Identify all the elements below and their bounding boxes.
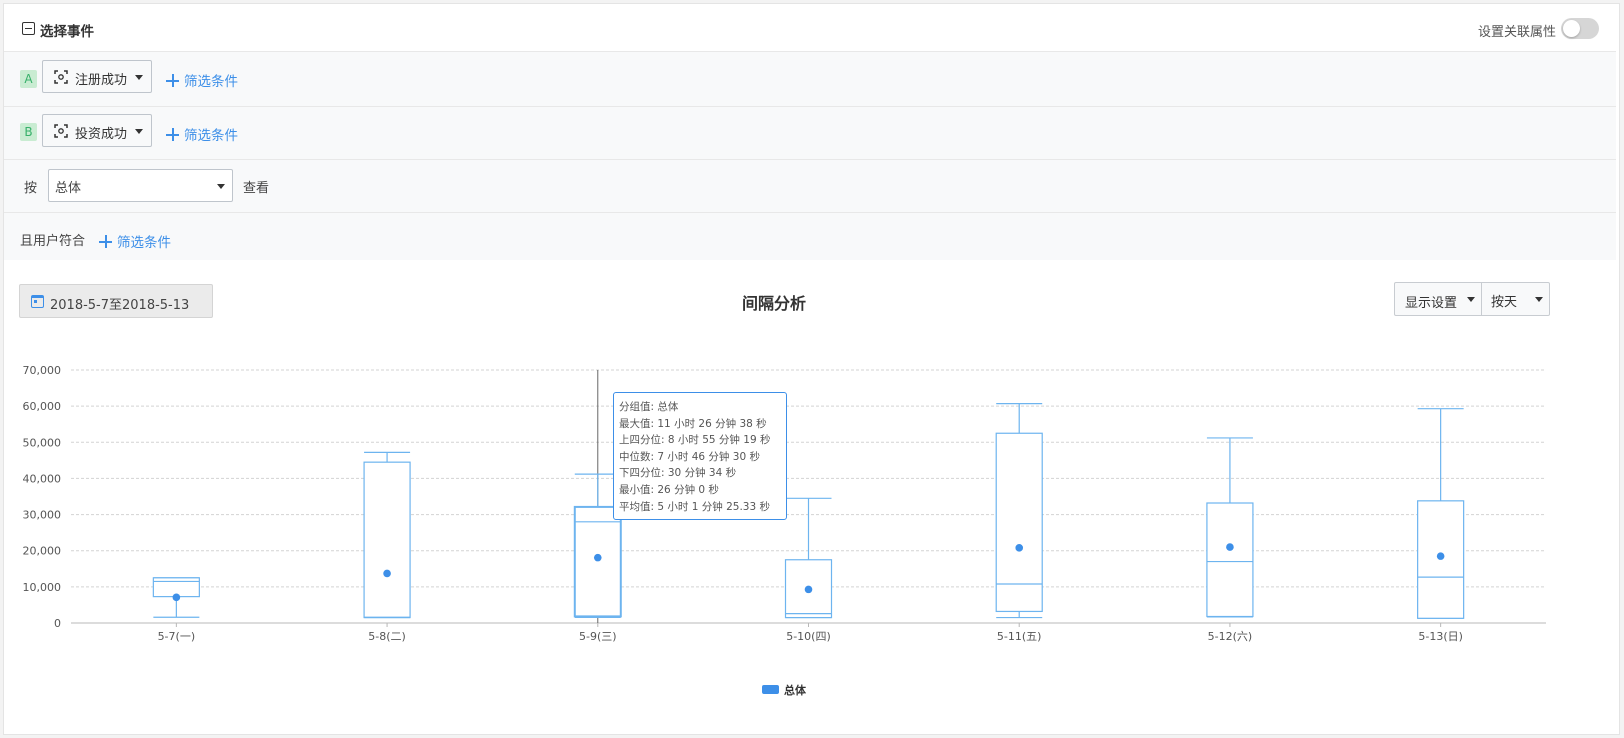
tooltip-line: 分组值: 总体	[619, 401, 679, 413]
event-select-b[interactable]: 投资成功	[42, 114, 152, 147]
chevron-down-icon	[135, 129, 143, 134]
x-tick-label: 5-7(一)	[158, 630, 196, 643]
tooltip-line: 中位数: 7 小时 46 分钟 30 秒	[619, 450, 760, 463]
group-suffix: 查看	[243, 181, 270, 196]
user-filter-label: 且用户符合	[20, 234, 86, 249]
y-tick-label: 30,000	[23, 509, 62, 522]
box	[1206, 502, 1254, 618]
tooltip-line: 最小值: 26 分钟 0 秒	[619, 483, 719, 496]
box	[995, 432, 1043, 613]
event-select-a[interactable]: 注册成功	[42, 60, 152, 93]
box	[363, 461, 411, 619]
y-tick-label: 10,000	[23, 581, 62, 594]
mean-point	[172, 593, 181, 602]
chevron-down-icon	[135, 75, 143, 80]
user-filter-row: 且用户符合 筛选条件	[4, 213, 1616, 260]
group-prefix: 按	[24, 181, 38, 196]
related-attribute-toggle[interactable]	[1561, 18, 1599, 39]
event-icon	[54, 124, 68, 138]
y-tick-label: 70,000	[23, 364, 62, 377]
event-tag-b: B	[20, 123, 37, 141]
tooltip-line: 平均值: 5 小时 1 分钟 25.33 秒	[619, 500, 770, 513]
button-divider	[1481, 283, 1482, 315]
group-by-row: 按 总体 查看	[4, 160, 1616, 213]
mean-point	[804, 585, 813, 594]
chevron-down-icon	[1535, 297, 1543, 302]
display-button-group: 显示设置 按天	[1394, 282, 1550, 316]
x-tick-label: 5-12(六)	[1208, 630, 1253, 643]
add-filter-label: 筛选条件	[117, 235, 171, 251]
chart-legend[interactable]: 总体	[762, 682, 806, 698]
y-tick-label: 60,000	[23, 400, 62, 413]
select-event-header: 选择事件 设置关联属性	[4, 4, 1616, 52]
event-icon	[54, 70, 68, 84]
legend-label: 总体	[784, 684, 806, 697]
display-settings-button[interactable]: 显示设置	[1405, 292, 1457, 311]
x-tick-label: 5-8(二)	[368, 630, 406, 643]
x-tick-label: 5-13(日)	[1418, 630, 1463, 643]
x-tick-label: 5-9(三)	[579, 630, 617, 643]
x-tick-label: 5-11(五)	[997, 630, 1042, 643]
tooltip-line: 上四分位: 8 小时 55 分钟 19 秒	[619, 434, 771, 447]
collapse-icon[interactable]	[22, 22, 35, 35]
section-title: 选择事件	[40, 24, 94, 40]
y-tick-label: 40,000	[23, 472, 62, 485]
plus-icon	[166, 128, 179, 141]
y-tick-label: 20,000	[23, 545, 62, 558]
chevron-down-icon	[217, 184, 225, 189]
y-tick-label: 50,000	[23, 436, 62, 449]
tooltip-line: 最大值: 11 小时 26 分钟 38 秒	[619, 417, 767, 430]
add-filter-label: 筛选条件	[184, 74, 238, 90]
tooltip-line: 下四分位: 30 分钟 34 秒	[619, 467, 737, 480]
chart-title: 间隔分析	[741, 294, 806, 313]
y-tick-label: 0	[54, 617, 61, 630]
event-tag-a: A	[20, 70, 37, 88]
plus-icon	[99, 235, 112, 248]
event-row-a: A 注册成功 筛选条件	[4, 52, 1616, 107]
event-select-label: 注册成功	[75, 73, 128, 88]
mean-point	[593, 553, 602, 562]
event-row-b: B 投资成功 筛选条件	[4, 107, 1616, 160]
mean-point	[383, 569, 391, 578]
event-select-label: 投资成功	[75, 127, 128, 142]
mean-point	[1226, 543, 1234, 551]
legend-swatch	[762, 685, 779, 694]
add-filter-button-b[interactable]: 筛选条件	[166, 124, 238, 144]
granularity-select[interactable]: 按天	[1491, 291, 1517, 310]
chevron-down-icon	[1467, 297, 1475, 302]
add-user-filter-button[interactable]: 筛选条件	[99, 231, 171, 251]
boxplot-chart: 0 10,000 20,000 30,000 40,000 50,000 60,000 70,…	[23, 364, 1546, 643]
box	[573, 505, 622, 618]
group-by-value: 总体	[55, 181, 82, 196]
mean-point	[1436, 552, 1445, 560]
group-by-select[interactable]: 总体	[48, 169, 233, 202]
related-attribute-label: 设置关联属性	[1477, 25, 1556, 40]
add-filter-label: 筛选条件	[184, 128, 238, 144]
mean-point	[1015, 544, 1024, 552]
event-analysis-panel: 选择事件 设置关联属性 A 注册成功 筛选条件 B 投资成功 筛选条件 按 总体…	[3, 3, 1620, 735]
add-filter-button-a[interactable]: 筛选条件	[166, 70, 238, 90]
plus-icon	[166, 74, 179, 87]
chart-tooltip: 分组值: 总体 最大值: 11 小时 26 分钟 38 秒 上四分位: 8 小时…	[613, 392, 787, 520]
x-tick-label: 5-10(四)	[786, 630, 831, 643]
